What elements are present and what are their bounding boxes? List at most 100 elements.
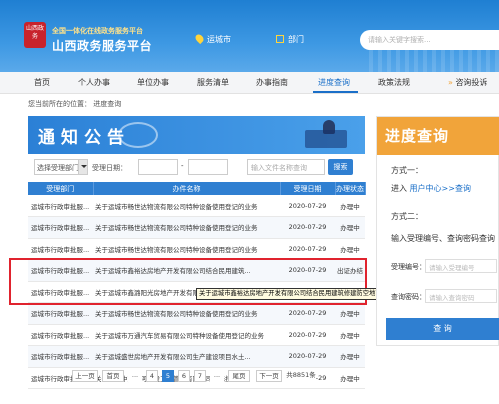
site-header: 山西政务 全国一体化在线政务服务平台 山西政务服务平台 运城市 部门 请输入关键…	[0, 0, 499, 72]
nav-complaint-label: 咨询投诉	[455, 78, 488, 87]
desk-illustration-icon	[305, 130, 347, 148]
announcement-panel: 通知公告 选择受理部门 受理日期： - 输入文件名称查询 搜索 受理部门 办件名…	[28, 116, 366, 396]
breadcrumb: 您当前所在的位置： 进度查询	[28, 100, 122, 108]
header-date: 受理日期	[280, 182, 336, 195]
method1-text: 进入	[391, 184, 407, 193]
page-4-button[interactable]: 4	[146, 370, 158, 382]
method1-row: 进入 用户中心>>查询	[391, 183, 471, 194]
department-selector[interactable]: 部门	[276, 34, 304, 45]
cell-date: 2020-07-29	[280, 302, 335, 325]
location-selector[interactable]: 运城市	[193, 32, 231, 45]
cell-date: 2020-07-29	[280, 324, 335, 346]
cell-item-name[interactable]: 关于运城市畅世达物流有限公司特种设备使用登记的业务	[93, 195, 280, 217]
table-row[interactable]: 运城市行政审批服... 关于运城市畅世达物流有限公司特种设备使用登记的业务 2020…	[28, 238, 365, 260]
page-root: 山西政务 全国一体化在线政务服务平台 山西政务服务平台 运城市 部门 请输入关键…	[0, 0, 499, 404]
cell-item-name[interactable]: 关于运城市万通汽车贸易有限公司特种设备使用登记的业务	[93, 324, 280, 346]
cell-item-name[interactable]: 关于运城盛世房地产开发有限公司生产建设项目水土...	[93, 345, 280, 368]
keyword-placeholder: 输入文件名称查询	[251, 164, 307, 172]
header-status: 办理状态	[335, 182, 366, 195]
cell-date: 2020-07-29	[280, 238, 335, 260]
table-row[interactable]: 运城市行政审批服... 关于运城盛世房地产开发有限公司生产建设项目水土... 202…	[28, 345, 365, 368]
main-nav: 首页 个人办事 单位办事 服务清单 办事指南 进度查询 政策法规 » 咨询投诉	[0, 72, 499, 94]
announcement-title: 通知公告	[38, 128, 130, 148]
password-input[interactable]: 请输入查询密码	[425, 289, 497, 303]
cell-item-name[interactable]: 关于运城市畅世达物流有限公司特种设备使用登记的业务	[93, 216, 280, 239]
date-separator: -	[181, 162, 184, 170]
header-item-name: 办件名称	[93, 182, 281, 195]
nav-policy[interactable]: 政策法规	[378, 77, 410, 88]
logo-subtitle: 全国一体化在线政务服务平台	[52, 27, 143, 35]
cell-item-name[interactable]: 关于运城市畅世达物流有限公司特种设备使用登记的业务	[93, 238, 280, 260]
cell-item-name[interactable]: 关于运城市畅世达物流有限公司特种设备使用登记的业务	[93, 302, 280, 325]
progress-query-panel: 进度查询 方式一： 进入 用户中心>>查询 方式二： 输入受理编号、查询密码查询…	[376, 116, 499, 346]
cell-department: 运城市行政审批服...	[28, 195, 93, 217]
pager-ellipsis-2: ...	[210, 370, 224, 382]
pagination: 上一页 首页 ... 4 5 6 7 ... 尾页 下一页 共8851条	[28, 370, 365, 384]
next-page-button[interactable]: 下一页	[256, 370, 282, 382]
method2-text: 输入受理编号、查询密码查询	[391, 234, 495, 243]
department-select[interactable]: 选择受理部门	[34, 159, 88, 175]
progress-query-banner: 进度查询	[377, 117, 499, 155]
cell-department: 运城市行政审批服...	[28, 324, 93, 346]
cell-date: 2020-07-29	[280, 195, 335, 217]
nav-complaint[interactable]: » 咨询投诉	[448, 77, 487, 88]
pager-ellipsis: ...	[128, 370, 142, 382]
first-page-button[interactable]: 首页	[102, 370, 124, 382]
nav-active-indicator	[313, 91, 358, 93]
filter-bar: 选择受理部门 受理日期： - 输入文件名称查询 搜索	[28, 154, 365, 182]
accept-no-input[interactable]: 请输入受理编号	[425, 259, 497, 273]
method2-label: 方式二：	[391, 212, 423, 221]
search-placeholder: 请输入关键字搜索...	[368, 36, 431, 44]
last-page-button[interactable]: 尾页	[228, 370, 250, 382]
nav-guide[interactable]: 办事指南	[256, 77, 288, 88]
search-button[interactable]: 搜索	[328, 159, 353, 175]
cell-department: 运城市行政审批服...	[28, 302, 93, 325]
nav-progress[interactable]: 进度查询	[318, 77, 350, 88]
prev-page-button[interactable]: 上一页	[72, 370, 98, 382]
start-date-input[interactable]	[138, 159, 178, 175]
nav-home[interactable]: 首页	[34, 77, 50, 88]
header-department: 受理部门	[28, 182, 94, 195]
department-select-value: 选择受理部门	[37, 164, 79, 172]
end-date-input[interactable]	[188, 159, 228, 175]
nav-organization[interactable]: 单位办事	[137, 77, 169, 88]
table-row[interactable]: 运城市行政审批服... 关于运城市畅世达物流有限公司特种设备使用登记的业务 2020…	[28, 216, 365, 239]
cell-status: 办理中	[335, 345, 365, 368]
department-icon	[276, 35, 284, 43]
cell-department: 运城市行政审批服...	[28, 238, 93, 260]
password-placeholder: 请输入查询密码	[429, 294, 475, 302]
department-label: 部门	[288, 35, 304, 44]
table-row[interactable]: 运城市行政审批服... 关于运城市畅世达物流有限公司特种设备使用登记的业务 2020…	[28, 302, 365, 325]
accept-no-label: 受理编号：	[391, 263, 426, 271]
cell-status: 办理中	[335, 324, 365, 346]
cell-department: 运城市行政审批服...	[28, 345, 93, 368]
progress-query-title: 进度查询	[385, 127, 450, 145]
method1-label: 方式一：	[391, 166, 423, 175]
table-header-row: 受理部门 办件名称 受理日期 办理状态	[28, 182, 366, 195]
date-label: 受理日期：	[92, 164, 127, 172]
cell-date: 2020-07-29	[280, 345, 335, 368]
nav-personal[interactable]: 个人办事	[78, 77, 110, 88]
cell-department: 运城市行政审批服...	[28, 216, 93, 239]
page-5-button[interactable]: 5	[162, 370, 174, 382]
accept-no-placeholder: 请输入受理编号	[429, 264, 475, 272]
cell-status: 办理中	[335, 238, 365, 260]
cell-status: 办理中	[335, 195, 365, 217]
table-row[interactable]: 运城市行政审批服... 关于运城市畅世达物流有限公司特种设备使用登记的业务 2020…	[28, 195, 365, 217]
header-search-input[interactable]: 请输入关键字搜索...	[360, 30, 499, 50]
cell-status: 办理中	[335, 216, 365, 239]
table-row[interactable]: 运城市行政审批服... 关于运城市万通汽车贸易有限公司特种设备使用登记的业务 202…	[28, 324, 365, 346]
logo-title[interactable]: 山西政务服务平台	[52, 37, 152, 54]
page-7-button[interactable]: 7	[194, 370, 206, 382]
keyword-input[interactable]: 输入文件名称查询	[247, 159, 325, 175]
cell-status: 办理中	[335, 302, 365, 325]
logo-seal-icon: 山西政务	[24, 22, 46, 48]
nav-service-list[interactable]: 服务清单	[197, 77, 229, 88]
page-6-button[interactable]: 6	[178, 370, 190, 382]
user-center-link[interactable]: 用户中心>>查询	[410, 184, 471, 193]
chevron-down-icon	[78, 160, 87, 174]
total-count: 共8851条	[286, 370, 316, 382]
announcement-banner: 通知公告	[28, 116, 365, 154]
password-label: 查询密码：	[391, 293, 426, 301]
query-button[interactable]: 查 询	[386, 318, 499, 340]
